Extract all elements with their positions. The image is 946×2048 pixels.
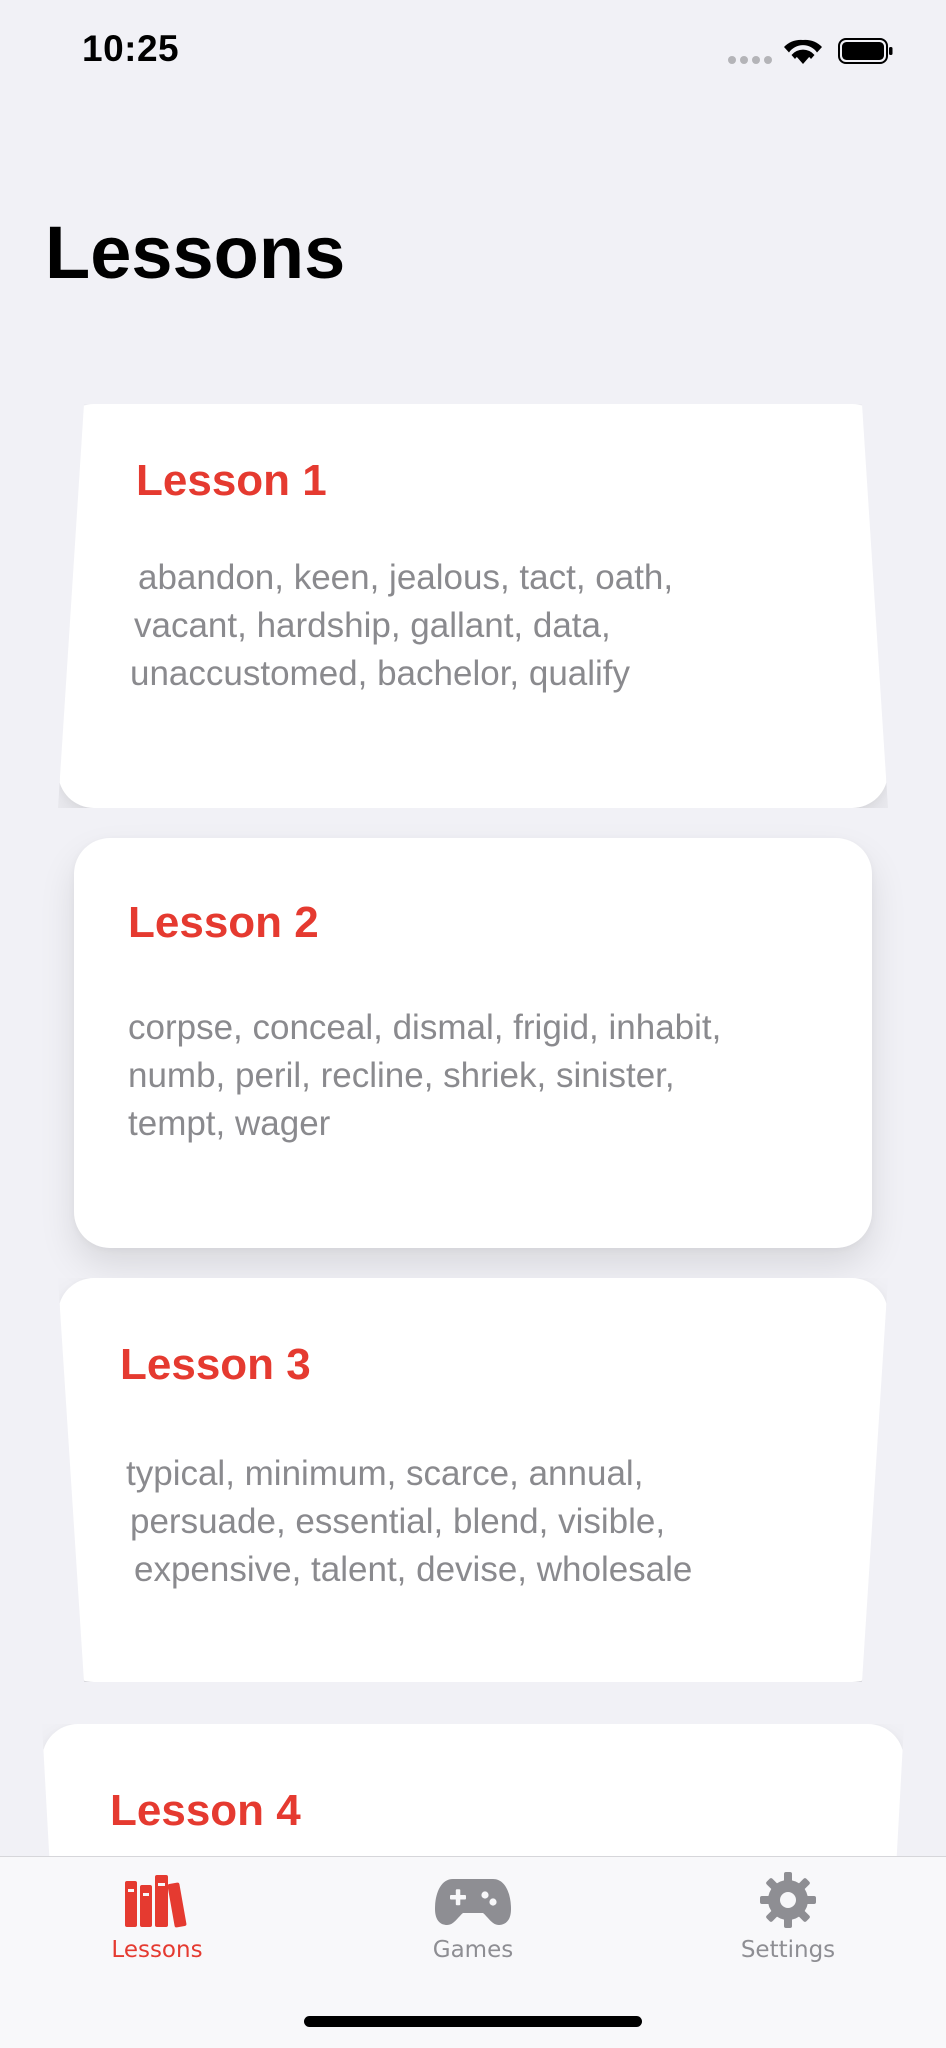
lesson-card-2[interactable]: Lesson 2 corpse, conceal, dismal, frigid… [74,838,872,1248]
page-title: Lessons [45,211,346,294]
lesson-title: Lesson 1 [136,456,327,505]
lesson-title: Lesson 4 [110,1786,301,1835]
lesson-title: Lesson 2 [128,898,319,947]
lesson-words: corpse, conceal, dismal, frigid, inhabit… [128,1008,722,1143]
lesson-card-4[interactable]: Lesson 4 [42,1724,904,1856]
lesson-card-1[interactable]: Lesson 1 abandon, keen, jealous, tact, o… [58,404,888,808]
tab-label: Settings [740,1937,836,1963]
tab-label: Games [432,1937,514,1963]
tab-settings[interactable]: Settings [688,1871,888,1991]
lessons-list[interactable]: Lessons Lesson 1 abandon, keen, jealous,… [0,0,946,1856]
lesson-words: abandon, keen, jealous, tact, oath, vaca… [130,558,674,693]
tab-games[interactable]: Games [373,1871,573,1991]
gear-icon [760,1872,816,1928]
books-icon [125,1875,187,1928]
gamecontroller-icon [435,1879,511,1925]
tab-lessons[interactable]: Lessons [57,1871,257,1991]
lesson-card-3[interactable]: Lesson 3 typical, minimum, scarce, annua… [58,1278,888,1682]
home-indicator[interactable] [304,2016,642,2027]
lesson-title: Lesson 3 [120,1340,311,1389]
tab-label: Lessons [111,1937,203,1963]
lesson-words: typical, minimum, scarce, annual, persua… [126,1454,693,1589]
